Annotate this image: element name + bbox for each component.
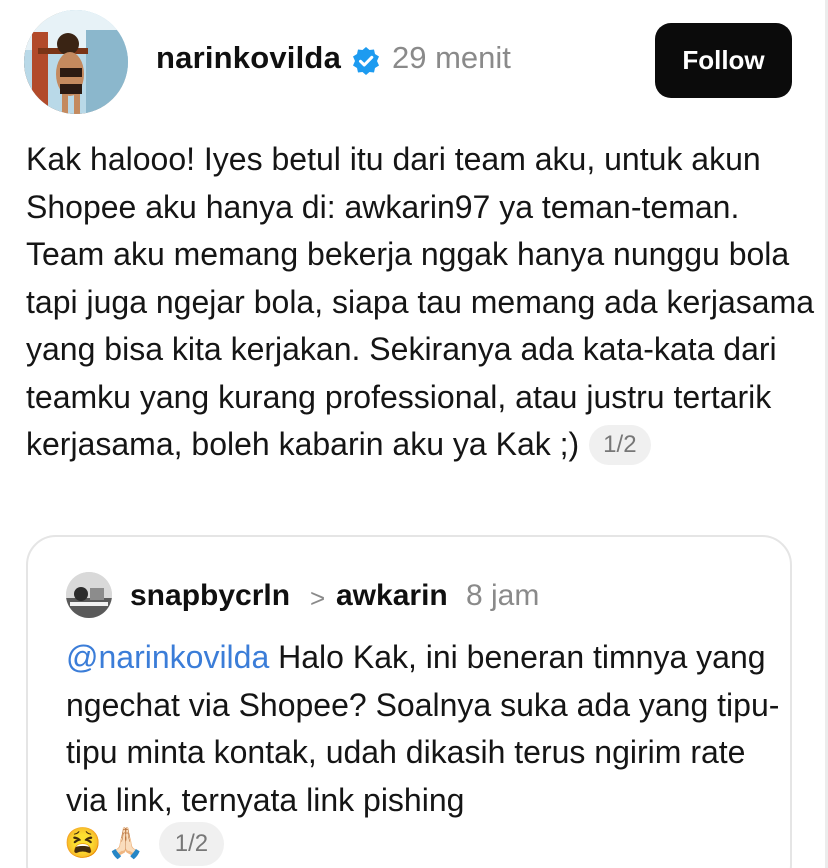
post-timestamp: 29 menit	[392, 40, 511, 75]
avatar-photo-icon	[66, 572, 112, 618]
folded-hands-emoji-icon: 🙏🏻	[107, 827, 145, 860]
reply-to-username[interactable]: awkarin	[336, 579, 448, 613]
avatar-photo-icon	[24, 10, 128, 114]
quoted-timestamp: 8 jam	[466, 579, 540, 612]
tired-face-emoji-icon: 😫	[64, 827, 102, 860]
page-indicator[interactable]: 1/2	[589, 425, 651, 465]
author-avatar[interactable]	[24, 10, 128, 114]
quoted-page-indicator[interactable]: 1/2	[158, 822, 225, 866]
quoted-body: @narinkovilda Halo Kak, ini beneran timn…	[66, 634, 786, 824]
chevron-right-icon: >	[310, 583, 326, 613]
quoted-post-card[interactable]: snapbycrln > awkarin 8 jam @narinkovilda…	[26, 535, 792, 868]
quoted-emoji-row: 😫 🙏🏻 1/2	[64, 822, 225, 866]
post-body-text: Kak halooo! Iyes betul itu dari team aku…	[26, 141, 815, 462]
author-username[interactable]: narinkovilda	[156, 40, 341, 76]
mention-link[interactable]: @narinkovilda	[66, 639, 269, 675]
thread-post: narinkovilda 29 menit Follow Kak halooo!…	[0, 0, 828, 868]
quoted-username[interactable]: snapbycrln	[130, 579, 290, 613]
follow-button[interactable]: Follow	[655, 23, 792, 98]
verified-badge-icon	[353, 47, 379, 75]
post-body: Kak halooo! Iyes betul itu dari team aku…	[26, 136, 816, 469]
quoted-author-avatar[interactable]	[66, 572, 112, 618]
